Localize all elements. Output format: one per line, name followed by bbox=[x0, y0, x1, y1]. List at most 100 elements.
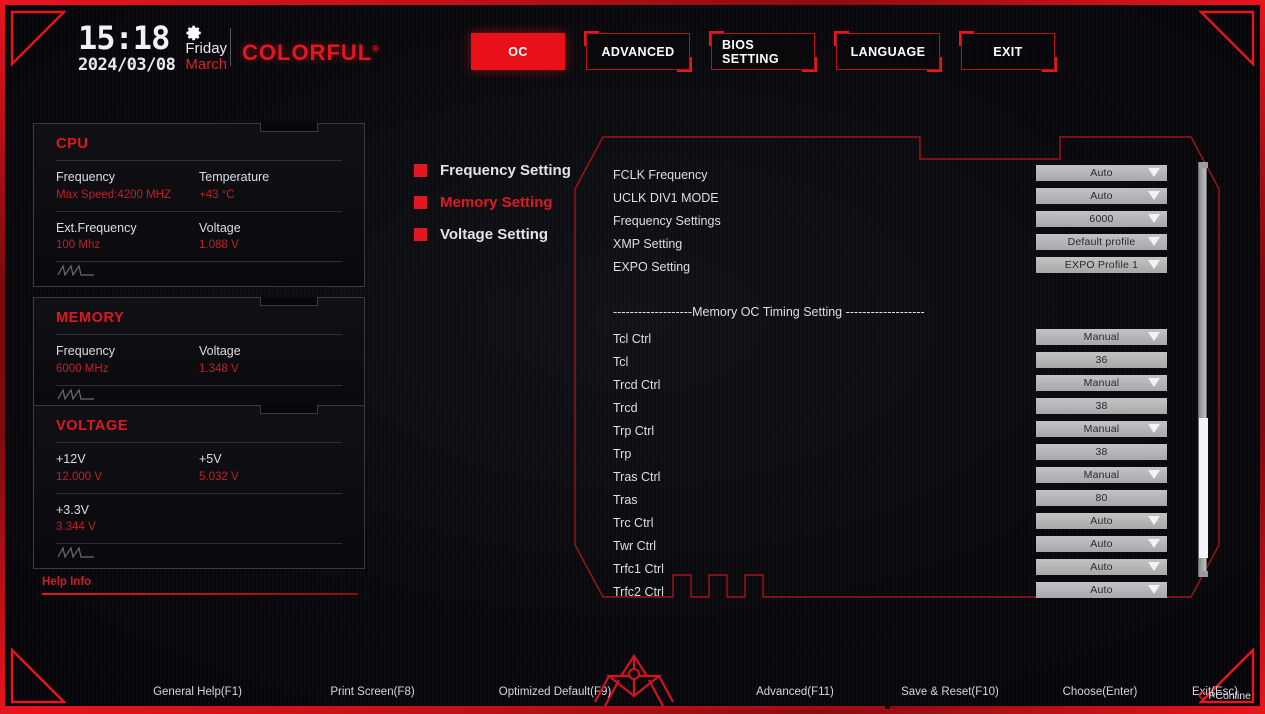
scrollbar-thumb[interactable] bbox=[1199, 418, 1208, 558]
card-cell bbox=[199, 501, 342, 538]
setting-row-expo-setting[interactable]: EXPO Setting EXPO Profile 1 bbox=[613, 255, 1198, 278]
setting-dropdown-uclk-div1-mode[interactable]: Auto bbox=[1036, 188, 1167, 204]
setting-row-trp[interactable]: Trp 38 bbox=[613, 442, 1198, 465]
tab-bios-setting-label: BIOS SETTING bbox=[722, 37, 779, 66]
setting-row-trfc2-ctrl[interactable]: Trfc2 Ctrl Auto bbox=[613, 580, 1198, 603]
scrollbar-up-arrow[interactable] bbox=[1199, 162, 1208, 168]
tab-bios-setting[interactable]: BIOS SETTING bbox=[709, 31, 817, 72]
clock-weekday: Friday bbox=[185, 40, 228, 57]
setting-value: 80 bbox=[1095, 492, 1108, 504]
setting-dropdown-frequency-settings[interactable]: 6000 bbox=[1036, 211, 1167, 227]
cpu-ext-frequency-value: 100 Mhz bbox=[56, 239, 101, 252]
setting-row-tcl[interactable]: Tcl 36 bbox=[613, 350, 1198, 373]
setting-dropdown-trc-ctrl[interactable]: Auto bbox=[1036, 513, 1167, 529]
setting-field-trcd[interactable]: 38 bbox=[1036, 398, 1167, 414]
setting-row-tras[interactable]: Tras 80 bbox=[613, 488, 1198, 511]
setting-dropdown-trp-ctrl[interactable]: Manual bbox=[1036, 421, 1167, 437]
brand-logo: COLORFUL® bbox=[242, 40, 380, 66]
setting-row-tcl-ctrl[interactable]: Tcl Ctrl Manual bbox=[613, 327, 1198, 350]
setting-value: 38 bbox=[1095, 400, 1108, 412]
voltage-33v-label: +3.3V bbox=[56, 502, 90, 517]
setting-row-trfc1-ctrl[interactable]: Trfc1 Ctrl Auto bbox=[613, 557, 1198, 580]
setting-label: XMP Setting bbox=[613, 236, 683, 251]
setting-dropdown-fclk-frequency[interactable]: Auto bbox=[1036, 165, 1167, 181]
memory-frequency-label: Frequency bbox=[56, 344, 116, 358]
setting-field-tcl[interactable]: 36 bbox=[1036, 352, 1167, 368]
chevron-down-icon bbox=[1148, 516, 1160, 525]
chevron-down-icon bbox=[1148, 585, 1160, 594]
card-row: Frequency Max Speed:4200 MHZ Temperature… bbox=[56, 160, 342, 211]
setting-dropdown-trfc2-ctrl[interactable]: Auto bbox=[1036, 582, 1167, 598]
tab-language[interactable]: LANGUAGE bbox=[834, 31, 942, 72]
setting-label: Trcd bbox=[613, 400, 638, 415]
setting-field-trp[interactable]: 38 bbox=[1036, 444, 1167, 460]
chevron-down-icon bbox=[1148, 470, 1160, 479]
menu-item-voltage-setting[interactable]: Voltage Setting bbox=[414, 218, 571, 250]
setting-label: EXPO Setting bbox=[613, 259, 691, 274]
setting-row-fclk-frequency[interactable]: FCLK Frequency Auto bbox=[613, 163, 1198, 186]
shortcut-advanced[interactable]: Advanced(F11) bbox=[720, 686, 870, 698]
tab-advanced[interactable]: ADVANCED bbox=[584, 31, 692, 72]
cpu-ext-frequency-label: Ext.Frequency bbox=[56, 220, 137, 235]
setting-dropdown-trcd-ctrl[interactable]: Manual bbox=[1036, 375, 1167, 391]
setting-dropdown-expo-setting[interactable]: EXPO Profile 1 bbox=[1036, 257, 1167, 273]
setting-row-uclk-div1-mode[interactable]: UCLK DIV1 MODE Auto bbox=[613, 186, 1198, 209]
card-squiggle-decoration bbox=[56, 261, 342, 282]
chevron-down-icon bbox=[1148, 237, 1160, 246]
clock-date: 2024/03/08 bbox=[78, 55, 176, 75]
card-cell: +5V 5.032 V bbox=[199, 450, 342, 487]
setting-row-trcd[interactable]: Trcd 38 bbox=[613, 396, 1198, 419]
tab-exit[interactable]: EXIT bbox=[959, 31, 1057, 72]
shortcut-save-and-reset[interactable]: Save & Reset(F10) bbox=[870, 686, 1030, 698]
setting-label: Tcl Ctrl bbox=[613, 331, 652, 346]
setting-field-tras[interactable]: 80 bbox=[1036, 490, 1167, 506]
tab-oc-label: OC bbox=[508, 44, 528, 59]
card-cell: Voltage 1.348 V bbox=[199, 342, 342, 379]
info-card-memory: MEMORY Frequency 6000 MHz Voltage 1.348 … bbox=[33, 297, 365, 411]
scrollbar-down-arrow[interactable] bbox=[1199, 571, 1208, 577]
menu-item-frequency-setting[interactable]: Frequency Setting bbox=[414, 154, 571, 186]
setting-row-frequency-settings[interactable]: Frequency Settings 6000 bbox=[613, 209, 1198, 232]
setting-dropdown-twr-ctrl[interactable]: Auto bbox=[1036, 536, 1167, 552]
frame-edge-right bbox=[1260, 0, 1265, 714]
setting-row-trp-ctrl[interactable]: Trp Ctrl Manual bbox=[613, 419, 1198, 442]
setting-label: Trc Ctrl bbox=[613, 515, 654, 530]
setting-row-trcd-ctrl[interactable]: Trcd Ctrl Manual bbox=[613, 373, 1198, 396]
chevron-down-icon bbox=[1148, 260, 1160, 269]
setting-value: Auto bbox=[1090, 167, 1113, 179]
setting-row-twr-ctrl[interactable]: Twr Ctrl Auto bbox=[613, 534, 1198, 557]
setting-dropdown-xmp-setting[interactable]: Default profile bbox=[1036, 234, 1167, 250]
chevron-down-icon bbox=[1148, 332, 1160, 341]
pconline-watermark: C PConline bbox=[1198, 690, 1251, 702]
tab-exit-label: EXIT bbox=[993, 44, 1023, 59]
setting-value: Manual bbox=[1083, 423, 1120, 435]
menu-item-memory-setting[interactable]: Memory Setting bbox=[414, 186, 571, 218]
tab-oc[interactable]: OC bbox=[471, 33, 565, 70]
setting-row-xmp-setting[interactable]: XMP Setting Default profile bbox=[613, 232, 1198, 255]
cpu-temperature-label: Temperature bbox=[199, 170, 270, 184]
shortcut-general-help[interactable]: General Help(F1) bbox=[110, 686, 285, 698]
setting-value: Auto bbox=[1090, 538, 1113, 550]
colorful-emblem-icon bbox=[594, 653, 674, 707]
separator-label: -------------------Memory OC Timing Sett… bbox=[613, 305, 925, 319]
setting-dropdown-trfc1-ctrl[interactable]: Auto bbox=[1036, 559, 1167, 575]
chevron-down-icon bbox=[1148, 214, 1160, 223]
help-info-rule bbox=[42, 593, 358, 595]
setting-dropdown-tras-ctrl[interactable]: Manual bbox=[1036, 467, 1167, 483]
shortcut-print-screen[interactable]: Print Screen(F8) bbox=[285, 686, 460, 698]
bullet-square-icon bbox=[414, 163, 427, 177]
setting-value: 36 bbox=[1095, 354, 1108, 366]
cpu-voltage-label: Voltage bbox=[199, 220, 241, 235]
header-bar: 15:18 2024/03/08 Friday March COLORFUL® … bbox=[0, 0, 1265, 88]
setting-dropdown-tcl-ctrl[interactable]: Manual bbox=[1036, 329, 1167, 345]
setting-row-trc-ctrl[interactable]: Trc Ctrl Auto bbox=[613, 511, 1198, 534]
setting-value: Manual bbox=[1083, 469, 1120, 481]
setting-label: UCLK DIV1 MODE bbox=[613, 190, 719, 205]
card-cell: Ext.Frequency 100 Mhz bbox=[56, 219, 199, 256]
setting-label: Frequency Settings bbox=[613, 213, 721, 228]
settings-scrollbar[interactable] bbox=[1198, 162, 1208, 577]
shortcut-choose[interactable]: Choose(Enter) bbox=[1030, 686, 1170, 698]
footer-bar: General Help(F1) Print Screen(F8) Optimi… bbox=[0, 653, 1265, 714]
setting-row-tras-ctrl[interactable]: Tras Ctrl Manual bbox=[613, 465, 1198, 488]
chevron-down-icon bbox=[1148, 191, 1160, 200]
